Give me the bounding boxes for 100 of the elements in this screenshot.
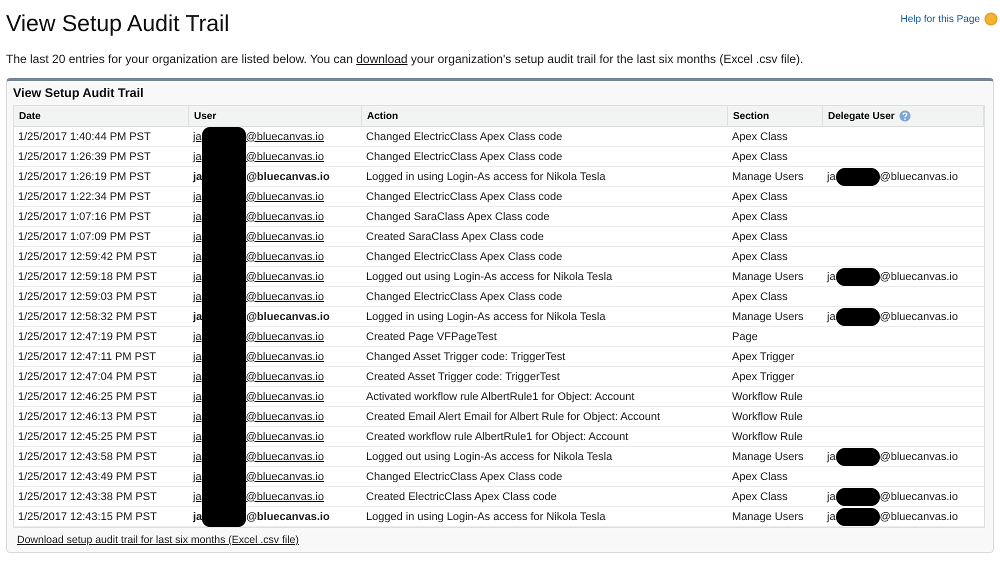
section-cell: Apex Class	[732, 230, 788, 242]
user-name-prefix[interactable]: ja	[193, 210, 202, 222]
section-cell: Workflow Rule	[732, 410, 803, 422]
section-cell: Apex Class	[732, 290, 788, 302]
delegate-name-prefix: ja	[827, 510, 836, 522]
user-name-prefix[interactable]: ja	[193, 390, 202, 402]
date-cell: 1/25/2017 12:46:13 PM PST	[18, 410, 157, 422]
delegate-name-prefix: ja	[827, 450, 836, 462]
help-link[interactable]: Help for this Page	[900, 14, 980, 24]
user-email-domain: @bluecanvas.io	[246, 510, 330, 522]
section-cell: Manage Users	[732, 310, 804, 322]
user-email-domain[interactable]: @bluecanvas.io	[246, 270, 324, 282]
user-name-prefix[interactable]: ja	[193, 150, 202, 162]
user-email-domain[interactable]: @bluecanvas.io	[246, 410, 324, 422]
date-cell: 1/25/2017 1:40:44 PM PST	[18, 130, 151, 142]
user-name-prefix[interactable]: ja	[193, 250, 202, 262]
user-email-domain[interactable]: @bluecanvas.io	[246, 190, 324, 202]
user-name-prefix[interactable]: ja	[193, 290, 202, 302]
date-cell: 1/25/2017 1:22:34 PM PST	[18, 190, 151, 202]
date-cell: 1/25/2017 12:43:58 PM PST	[18, 450, 157, 462]
delegate-email-domain: @bluecanvas.io	[880, 310, 958, 322]
section-cell: Apex Class	[732, 490, 788, 502]
action-cell: Changed ElectricClass Apex Class code	[366, 290, 562, 302]
date-cell: 1/25/2017 12:59:18 PM PST	[18, 270, 157, 282]
section-cell: Apex Class	[732, 190, 788, 202]
action-cell: Created workflow rule AlbertRule1 for Object: Account	[366, 430, 628, 442]
delegate-name-prefix: ja	[827, 270, 836, 282]
action-cell: Created Asset Trigger code: TriggerTest	[366, 370, 560, 382]
section-cell: Apex Class	[732, 130, 788, 142]
download-link[interactable]: download	[356, 52, 408, 66]
action-cell: Created Email Alert Email for Albert Rule for Object: Account	[366, 410, 660, 422]
user-email-domain[interactable]: @bluecanvas.io	[246, 250, 324, 262]
user-email-domain: @bluecanvas.io	[246, 310, 330, 322]
user-email-domain[interactable]: @bluecanvas.io	[246, 130, 324, 142]
delegate-name-prefix: ja	[827, 170, 836, 182]
date-cell: 1/25/2017 12:59:42 PM PST	[18, 250, 157, 262]
action-cell: Logged in using Login-As access for Nikola Tesla	[366, 310, 606, 322]
user-name-prefix[interactable]: ja	[193, 370, 202, 382]
user-name-prefix[interactable]: ja	[193, 230, 202, 242]
date-cell: 1/25/2017 1:26:19 PM PST	[18, 170, 151, 182]
action-cell: Created ElectricClass Apex Class code	[366, 490, 557, 502]
action-cell: Logged out using Login-As access for Nikola Tesla	[366, 450, 612, 462]
user-email-domain[interactable]: @bluecanvas.io	[246, 150, 324, 162]
date-cell: 1/25/2017 12:43:38 PM PST	[18, 490, 157, 502]
date-cell: 1/25/2017 12:47:04 PM PST	[18, 370, 157, 382]
action-cell: Changed ElectricClass Apex Class code	[366, 130, 562, 142]
user-email-domain[interactable]: @bluecanvas.io	[246, 490, 324, 502]
user-name-prefix[interactable]: ja	[193, 130, 202, 142]
action-cell: Changed ElectricClass Apex Class code	[366, 190, 562, 202]
download-trail-link[interactable]: Download setup audit trail for last six months (Excel .csv file)	[17, 534, 299, 546]
action-cell: Created SaraClass Apex Class code	[366, 230, 544, 242]
date-cell: 1/25/2017 1:26:39 PM PST	[18, 150, 151, 162]
delegate-name-prefix: ja	[827, 310, 836, 322]
section-cell: Manage Users	[732, 450, 804, 462]
action-cell: Changed ElectricClass Apex Class code	[366, 150, 562, 162]
user-name-prefix: ja	[193, 170, 202, 182]
user-name-prefix[interactable]: ja	[193, 350, 202, 362]
user-email-domain[interactable]: @bluecanvas.io	[246, 390, 324, 402]
date-cell: 1/25/2017 1:07:09 PM PST	[18, 230, 151, 242]
action-cell: Changed ElectricClass Apex Class code	[366, 470, 562, 482]
action-cell: Logged in using Login-As access for Nikola Tesla	[366, 510, 606, 522]
user-email-domain[interactable]: @bluecanvas.io	[246, 370, 324, 382]
user-email-domain[interactable]: @bluecanvas.io	[246, 290, 324, 302]
action-cell: Logged out using Login-As access for Nikola Tesla	[366, 270, 612, 282]
date-cell: 1/25/2017 12:58:32 PM PST	[18, 310, 157, 322]
user-name-prefix[interactable]: ja	[193, 410, 202, 422]
user-email-domain[interactable]: @bluecanvas.io	[246, 430, 324, 442]
user-email-domain[interactable]: @bluecanvas.io	[246, 350, 324, 362]
user-name-prefix[interactable]: ja	[193, 270, 202, 282]
section-cell: Workflow Rule	[732, 430, 803, 442]
user-email-domain[interactable]: @bluecanvas.io	[246, 450, 324, 462]
section-cell: Workflow Rule	[732, 390, 803, 402]
date-cell: 1/25/2017 12:46:25 PM PST	[18, 390, 157, 402]
user-name-prefix[interactable]: ja	[193, 450, 202, 462]
section-cell: Apex Class	[732, 470, 788, 482]
column-header: User	[189, 106, 362, 127]
user-name-prefix[interactable]: ja	[193, 330, 202, 342]
user-name-prefix[interactable]: ja	[193, 470, 202, 482]
user-email-domain[interactable]: @bluecanvas.io	[246, 470, 324, 482]
date-cell: 1/25/2017 1:07:16 PM PST	[18, 210, 151, 222]
section-cell: Apex Trigger	[732, 350, 794, 362]
date-cell: 1/25/2017 12:45:25 PM PST	[18, 430, 157, 442]
delegate-email-domain: @bluecanvas.io	[880, 270, 958, 282]
user-email-domain[interactable]: @bluecanvas.io	[246, 230, 324, 242]
delegate-email-domain: @bluecanvas.io	[880, 450, 958, 462]
date-cell: 1/25/2017 12:43:49 PM PST	[18, 470, 157, 482]
user-name-prefix[interactable]: ja	[193, 190, 202, 202]
section-cell: Manage Users	[732, 270, 804, 282]
user-email-domain[interactable]: @bluecanvas.io	[246, 210, 324, 222]
redaction-block	[202, 506, 246, 526]
user-name-prefix[interactable]: ja	[193, 430, 202, 442]
user-email-domain[interactable]: @bluecanvas.io	[246, 330, 324, 342]
date-cell: 1/25/2017 12:59:03 PM PST	[18, 290, 157, 302]
action-cell: Changed SaraClass Apex Class code	[366, 210, 550, 222]
column-header: Section	[728, 106, 823, 127]
column-header: Date	[14, 106, 189, 127]
date-cell: 1/25/2017 12:47:11 PM PST	[18, 350, 156, 362]
section-cell: Apex Class	[732, 250, 788, 262]
section-cell: Apex Trigger	[732, 370, 794, 382]
user-name-prefix[interactable]: ja	[193, 490, 202, 502]
